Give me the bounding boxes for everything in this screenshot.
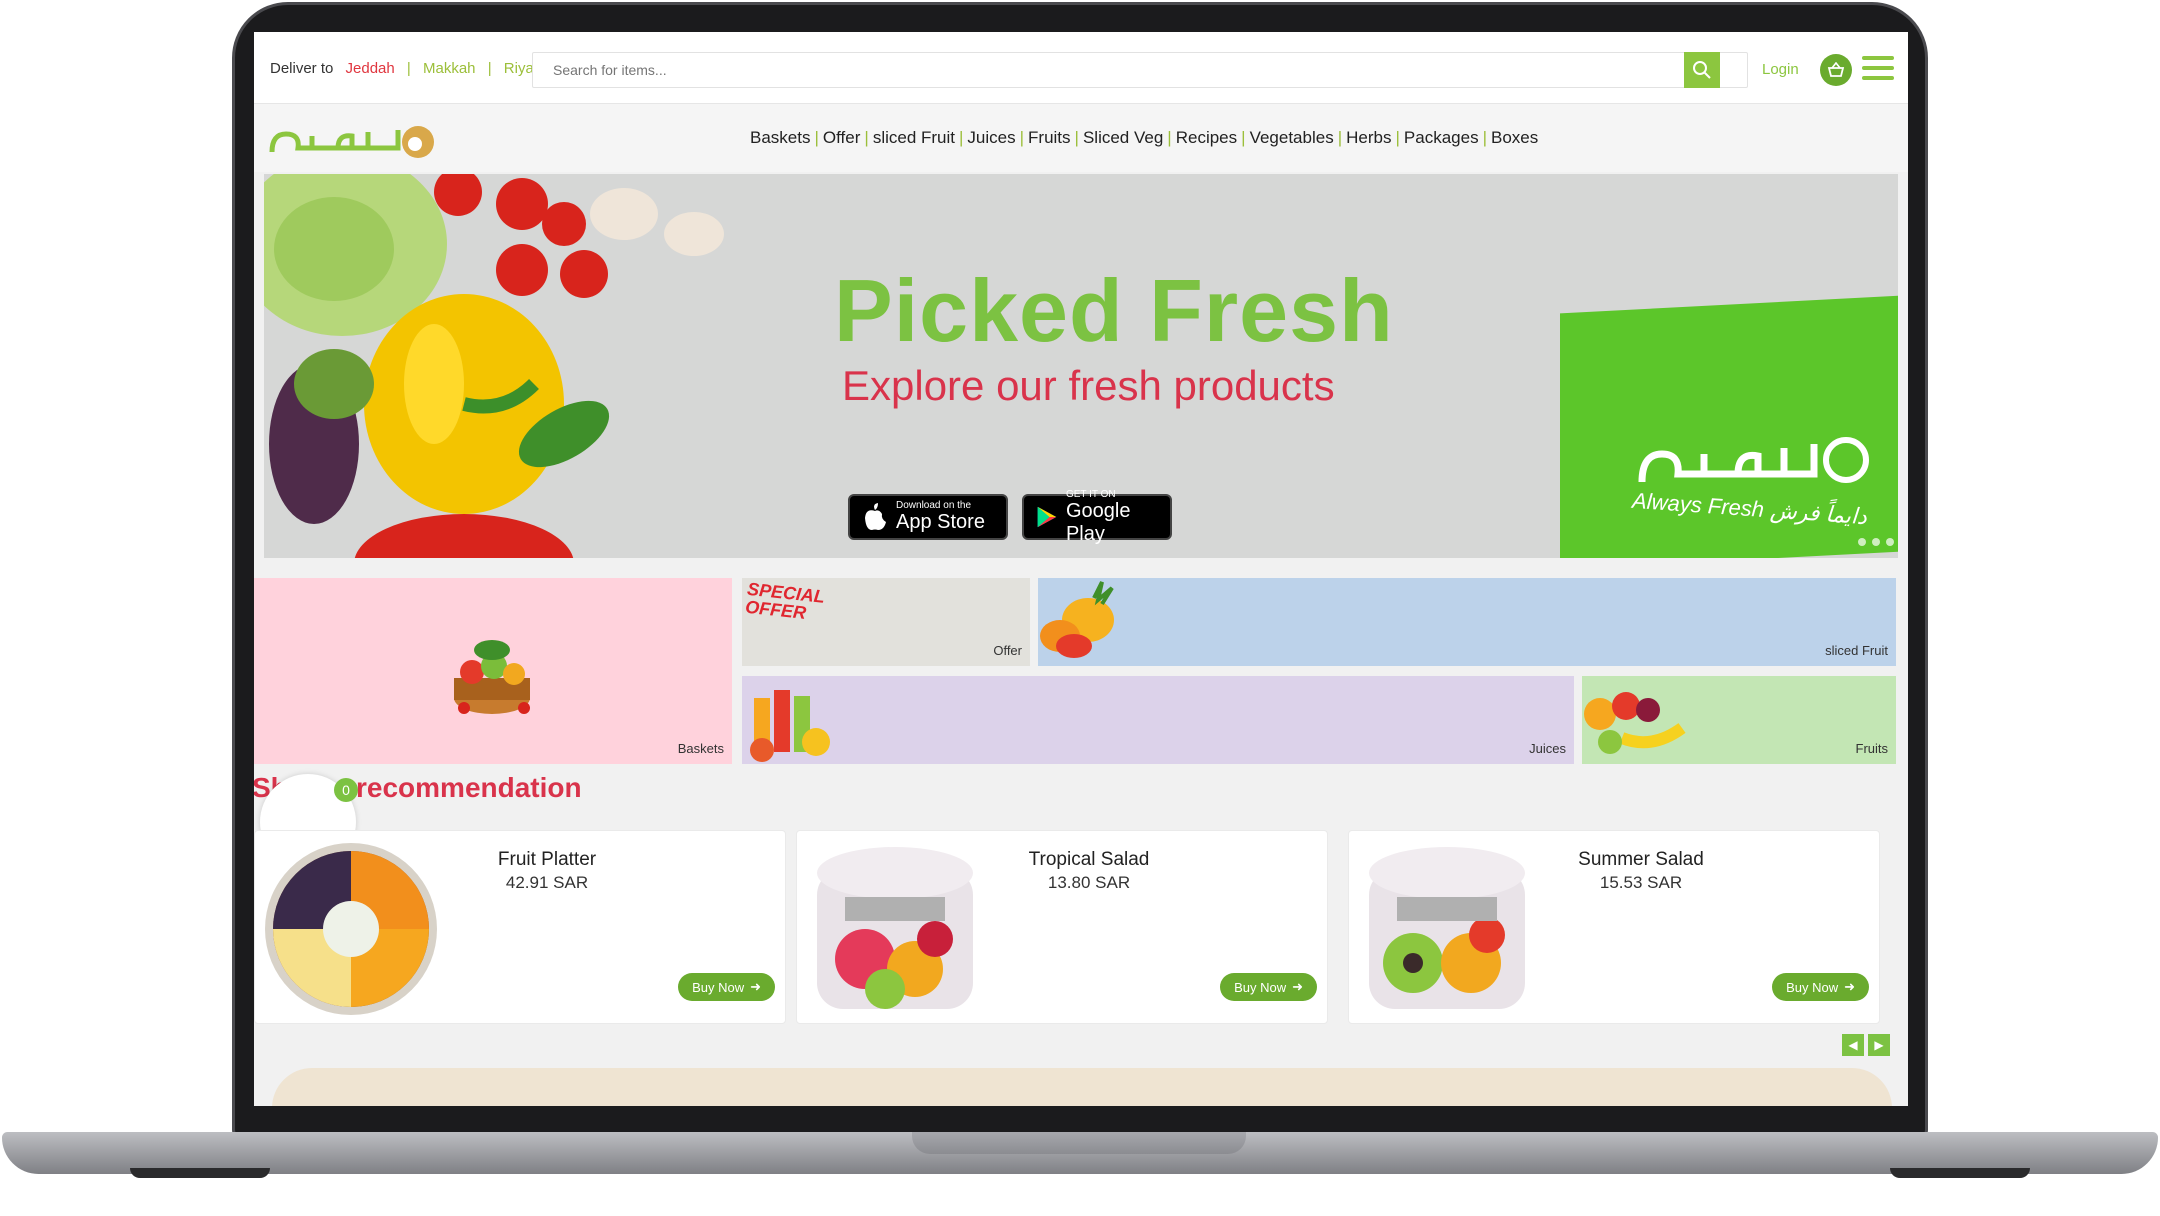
category-tile-baskets[interactable]: Baskets xyxy=(254,578,732,764)
nav-juices[interactable]: Juices xyxy=(963,128,1019,148)
category-tile-juices[interactable]: Juices xyxy=(742,676,1574,764)
nav-sliced-veg[interactable]: Sliced Veg xyxy=(1079,128,1167,148)
app-store-small-text: Download on the xyxy=(896,500,972,511)
search-button[interactable] xyxy=(1684,52,1720,88)
nav-offer[interactable]: Offer xyxy=(819,128,864,148)
hero-banner[interactable]: Picked Fresh Explore our fresh products … xyxy=(264,174,1898,558)
google-play-button[interactable]: GET IT ON Google Play xyxy=(1022,489,1172,545)
special-offer-badge: SPECIAL OFFER xyxy=(744,578,826,624)
category-label-fruits: Fruits xyxy=(1855,741,1889,756)
cart-button[interactable] xyxy=(1820,54,1852,86)
basket-image xyxy=(454,640,530,714)
second-banner[interactable] xyxy=(272,1068,1892,1106)
category-label-sliced-fruit: sliced Fruit xyxy=(1825,643,1888,658)
product-image xyxy=(1369,847,1525,1009)
nav-packages[interactable]: Packages xyxy=(1400,128,1483,148)
buy-now-button[interactable]: Buy Now ➜ xyxy=(678,973,775,1001)
city-makkah[interactable]: Makkah xyxy=(423,60,476,77)
nav-fruits[interactable]: Fruits xyxy=(1024,128,1075,148)
city-divider: | xyxy=(487,60,492,77)
nav-herbs[interactable]: Herbs xyxy=(1342,128,1395,148)
product-card[interactable]: Tropical Salad 13.80 SAR Buy Now ➜ xyxy=(796,830,1328,1024)
buy-now-button[interactable]: Buy Now ➜ xyxy=(1772,973,1869,1001)
top-bar: Deliver to Jeddah | Makkah | Riyadh Logi… xyxy=(254,32,1908,104)
product-name: Fruit Platter xyxy=(497,849,597,870)
buy-now-label: Buy Now xyxy=(1786,979,1839,995)
category-tile-sliced-fruit[interactable]: sliced Fruit xyxy=(1038,578,1896,666)
login-link[interactable]: Login xyxy=(1762,61,1799,78)
city-jeddah[interactable]: Jeddah xyxy=(346,60,395,77)
product-card[interactable]: Fruit Platter 42.91 SAR Buy Now ➜ xyxy=(254,830,786,1024)
search-input[interactable] xyxy=(532,52,1748,88)
nav-vegetables[interactable]: Vegetables xyxy=(1246,128,1338,148)
google-play-icon xyxy=(1037,506,1057,528)
category-nav: Baskets | Offer | sliced Fruit | Juices | Fr… xyxy=(746,128,1542,148)
deliver-label: Deliver to xyxy=(270,60,334,77)
previous-arrow-icon[interactable]: ◀ xyxy=(1842,1034,1864,1056)
category-navbar: Baskets | Offer | sliced Fruit | Juices | Fr… xyxy=(254,104,1908,172)
category-label-offer: Offer xyxy=(993,643,1022,658)
product-image xyxy=(817,847,973,1009)
buy-now-button[interactable]: Buy Now ➜ xyxy=(1220,973,1317,1001)
hero-title: Picked Fresh xyxy=(834,261,1394,360)
juices-image xyxy=(750,690,830,762)
laptop-notch xyxy=(912,1132,1246,1154)
wheel-count-badge: 0 xyxy=(334,778,358,802)
product-name: Summer Salad xyxy=(1578,849,1704,870)
product-card[interactable]: Summer Salad 15.53 SAR Buy Now ➜ xyxy=(1348,830,1880,1024)
laptop-foot-right xyxy=(1890,1168,2030,1178)
app-store-big-text: App Store xyxy=(896,511,985,533)
app-store-button[interactable]: Download on the App Store xyxy=(848,494,1008,540)
basket-icon xyxy=(1827,62,1845,77)
product-price: 13.80 SAR xyxy=(1047,873,1131,892)
carousel-arrows: ◀ ▶ xyxy=(1842,1034,1890,1056)
product-price: 42.91 SAR xyxy=(505,873,589,892)
product-name: Tropical Salad xyxy=(1028,849,1150,870)
category-label-juices: Juices xyxy=(1529,741,1566,756)
sliced-fruit-image xyxy=(1040,581,1114,658)
city-divider: | xyxy=(406,60,411,77)
recommendation-title: recommendation xyxy=(356,772,582,803)
deliver-to: Deliver to Jeddah | Makkah | Riyadh xyxy=(270,60,550,77)
hero-subtitle: Explore our fresh products xyxy=(842,362,1335,409)
buy-now-label: Buy Now xyxy=(1234,979,1287,995)
box-logo xyxy=(1638,437,1869,483)
category-tile-offer[interactable]: SPECIAL OFFER Offer xyxy=(742,578,1030,666)
nav-sliced-fruit[interactable]: sliced Fruit xyxy=(869,128,959,148)
hamburger-menu-icon[interactable] xyxy=(1862,56,1894,82)
carousel-dots[interactable] xyxy=(1858,538,1894,546)
brand-logo[interactable] xyxy=(268,116,438,164)
fruits-image xyxy=(1584,692,1686,754)
browser-viewport: Deliver to Jeddah | Makkah | Riyadh Logi… xyxy=(254,32,1908,1106)
nav-boxes[interactable]: Boxes xyxy=(1487,128,1542,148)
arrow-right-icon: ➜ xyxy=(1292,979,1303,994)
buy-now-label: Buy Now xyxy=(692,979,745,995)
google-play-small-text: GET IT ON xyxy=(1065,488,1116,500)
laptop-foot-left xyxy=(130,1168,270,1178)
nav-baskets[interactable]: Baskets xyxy=(746,128,814,148)
category-tile-fruits[interactable]: Fruits xyxy=(1582,676,1896,764)
search-icon xyxy=(1693,61,1711,79)
product-image xyxy=(265,843,437,1015)
product-price: 15.53 SAR xyxy=(1599,873,1683,892)
nav-recipes[interactable]: Recipes xyxy=(1172,128,1241,148)
google-play-big-text: Google Play xyxy=(1065,499,1131,545)
category-label-baskets: Baskets xyxy=(677,741,724,756)
next-arrow-icon[interactable]: ▶ xyxy=(1868,1034,1890,1056)
vegetables-image xyxy=(264,174,724,558)
arrow-right-icon: ➜ xyxy=(750,979,761,994)
apple-icon xyxy=(865,503,886,530)
arrow-right-icon: ➜ xyxy=(1844,979,1855,994)
